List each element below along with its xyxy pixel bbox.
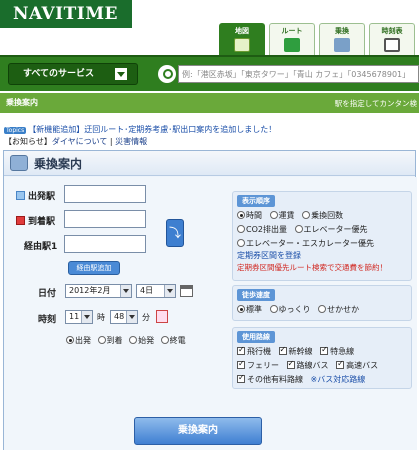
- notice-line: 【お知らせ】ダイヤについて | 災害情報: [4, 137, 148, 146]
- display-order-box: 表示順序 時間 運賃 乗換回数 CO2排出量 エレベーター優先 エレベーター・エ…: [232, 191, 412, 281]
- header-tabs: 地図 ルート 乗換 時刻表: [219, 23, 415, 55]
- order-transfers-radio[interactable]: 乗換回数: [302, 211, 343, 220]
- route-bus-checkbox[interactable]: 路線バス: [286, 359, 329, 370]
- all-services-button[interactable]: すべてのサービス: [8, 63, 138, 85]
- departure-label: 出発駅: [16, 189, 55, 202]
- walk-speed-box: 徒歩速度 標準 ゆっくり せかせか: [232, 285, 412, 321]
- order-elevator-escalator-radio[interactable]: エレベーター・エスカレーター優先: [237, 239, 374, 248]
- tab-route[interactable]: ルート: [269, 23, 315, 55]
- order-fare-radio[interactable]: 運賃: [269, 211, 295, 220]
- home-map-icon: [234, 38, 250, 52]
- search-bar: すべてのサービス 例:「港区赤坂」「東京タワー」「青山 カフェ」「0345678…: [0, 55, 419, 91]
- chevron-down-icon: [81, 311, 92, 323]
- add-via-button[interactable]: 経由駅追加: [68, 261, 120, 275]
- transfer-search-button[interactable]: 乗換案内: [134, 417, 262, 445]
- topics-line: Topics 【新機能追加】迂回ルート･定期券考慮･駅出口案内を追加しました！: [4, 124, 276, 135]
- arrival-marker-icon: [16, 216, 25, 225]
- order-elevator-radio[interactable]: エレベーター優先: [294, 225, 368, 234]
- via-input[interactable]: [64, 235, 146, 253]
- tab-map[interactable]: 地図: [219, 23, 265, 55]
- order-co2-radio[interactable]: CO2排出量: [237, 225, 287, 234]
- subbar: 乗換案内 駅を指定してカンタン検: [0, 93, 419, 113]
- transfer-panel: 乗換案内 出発駅 到着駅 ⤵ 経由駅1 経由駅追加 日付 2012年2月 4日 …: [3, 150, 417, 450]
- calendar-icon[interactable]: [180, 285, 193, 297]
- radio-arrival[interactable]: 到着: [97, 336, 123, 345]
- search-input[interactable]: 例:「港区赤坂」「東京タワー」「青山 カフェ」「0345678901」: [178, 65, 419, 83]
- subbar-title: 乗換案内: [6, 98, 38, 107]
- walk-slow-radio[interactable]: ゆっくり: [269, 305, 311, 314]
- time-mode-group: 出発 到着 始発 終電: [66, 335, 186, 346]
- radio-departure[interactable]: 出発: [66, 336, 91, 345]
- train-icon: [334, 38, 350, 52]
- tab-transfer[interactable]: 乗換: [319, 23, 365, 55]
- display-order-header: 表示順序: [237, 195, 275, 207]
- chevron-down-icon: [126, 311, 137, 323]
- chevron-down-icon: [115, 68, 127, 80]
- chevron-down-icon: [120, 285, 131, 297]
- day-select[interactable]: 4日: [136, 284, 176, 298]
- swap-stations-button[interactable]: ⤵: [166, 219, 184, 247]
- route-highway-bus-checkbox[interactable]: 高速バス: [336, 359, 378, 370]
- navitime-logo[interactable]: NAVITIME: [0, 0, 132, 28]
- arrival-label: 到着駅: [16, 214, 55, 227]
- order-time-radio[interactable]: 時間: [237, 211, 262, 220]
- routes-header: 使用路線: [237, 331, 275, 343]
- routes-box: 使用路線 飛行機 新幹線 特急線 フェリー 路線バス 高速バス その他有料路線 …: [232, 327, 412, 389]
- walk-speed-header: 徒歩速度: [237, 289, 275, 301]
- topics-link[interactable]: 【新機能追加】迂回ルート･定期券考慮･駅出口案内を追加しました！: [28, 125, 276, 134]
- route-express-checkbox[interactable]: 特急線: [320, 345, 354, 356]
- date-label: 日付: [38, 289, 57, 299]
- radio-last-train[interactable]: 終電: [160, 336, 186, 345]
- disaster-info-link[interactable]: 災害情報: [115, 137, 147, 146]
- departure-input[interactable]: [64, 185, 146, 203]
- departure-marker-icon: [16, 191, 25, 200]
- arrival-input[interactable]: [64, 210, 146, 228]
- time-adjust-icon[interactable]: [156, 310, 168, 323]
- hour-select[interactable]: 11: [65, 310, 93, 324]
- route-shinkansen-checkbox[interactable]: 新幹線: [278, 345, 313, 356]
- chevron-down-icon: [164, 285, 175, 297]
- radio-first-train[interactable]: 始発: [129, 336, 154, 345]
- tab-timetable[interactable]: 時刻表: [369, 23, 415, 55]
- form-area: 出発駅 到着駅 ⤵ 経由駅1 経由駅追加 日付 2012年2月 4日 時刻 11…: [4, 177, 417, 450]
- diagram-notice-link[interactable]: ダイヤについて: [52, 137, 108, 146]
- year-month-select[interactable]: 2012年2月: [65, 284, 132, 298]
- route-other-paid-checkbox[interactable]: その他有料路線: [237, 373, 303, 384]
- bus-routes-link[interactable]: ※バス対応路線: [311, 375, 366, 384]
- search-icon: [158, 65, 176, 83]
- route-ferry-checkbox[interactable]: フェリー: [237, 359, 279, 370]
- panel-title: 乗換案内: [34, 157, 83, 171]
- subbar-info: 駅を指定してカンタン検: [334, 99, 417, 108]
- route-icon: [284, 38, 300, 52]
- clock-icon: [384, 38, 400, 52]
- minute-select[interactable]: 48: [110, 310, 138, 324]
- transfer-icon: [10, 155, 28, 171]
- register-commuter-pass-link[interactable]: 定期券区間を登録: [237, 250, 411, 261]
- walk-fast-radio[interactable]: せかせか: [318, 305, 359, 314]
- time-label: 時刻: [38, 315, 57, 325]
- route-airplane-checkbox[interactable]: 飛行機: [237, 345, 271, 356]
- panel-header: 乗換案内: [4, 151, 415, 176]
- commuter-pass-promo[interactable]: 定期券区間優先ルート検索で交通費を節約！: [237, 262, 411, 273]
- topics-badge: Topics: [4, 127, 27, 134]
- walk-standard-radio[interactable]: 標準: [237, 305, 262, 314]
- via-label: 経由駅1: [24, 242, 58, 252]
